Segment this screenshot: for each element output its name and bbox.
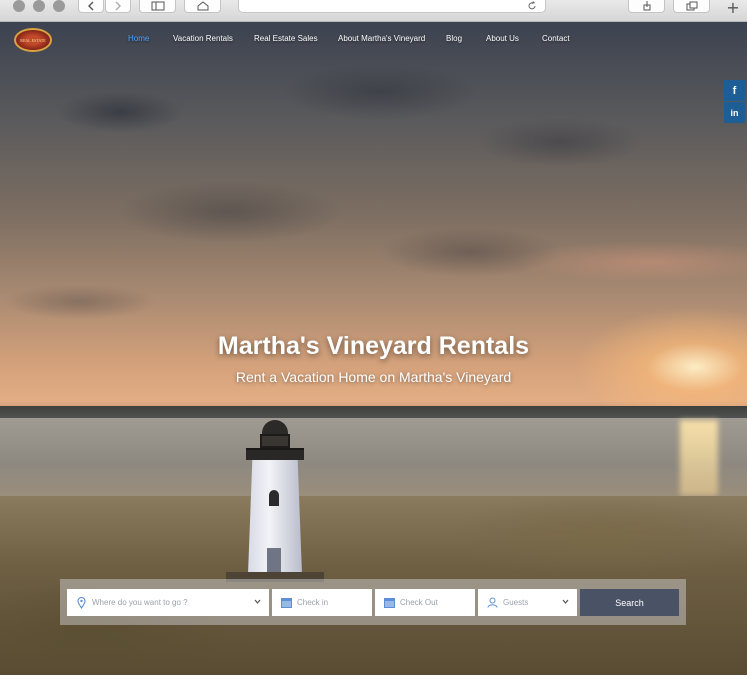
sidebar-icon xyxy=(151,1,164,11)
sky-clouds xyxy=(0,22,747,352)
guests-select[interactable]: Guests xyxy=(478,589,577,616)
guests-placeholder: Guests xyxy=(503,598,529,607)
minimize-window-icon[interactable] xyxy=(33,0,45,12)
reload-icon[interactable] xyxy=(527,1,537,11)
nav-item-blog[interactable]: Blog xyxy=(446,34,462,43)
nav-item-vacation-rentals[interactable]: Vacation Rentals xyxy=(173,34,233,43)
user-icon xyxy=(486,597,498,609)
tabs-icon xyxy=(686,1,697,11)
page-subtitle: Rent a Vacation Home on Martha's Vineyar… xyxy=(235,369,512,385)
home-icon xyxy=(197,1,208,11)
tabs-button[interactable] xyxy=(673,0,710,13)
chevron-right-icon xyxy=(115,1,121,11)
home-button[interactable] xyxy=(184,0,221,13)
check-out-field[interactable]: Check Out xyxy=(375,589,475,616)
nav-item-about-marthas-vineyard[interactable]: About Martha's Vineyard xyxy=(338,34,425,43)
check-in-placeholder: Check in xyxy=(297,598,329,607)
search-form: Where do you want to go ? Check in Check… xyxy=(60,579,686,625)
zoom-window-icon[interactable] xyxy=(53,0,65,12)
shoreline xyxy=(0,406,747,418)
forward-button[interactable] xyxy=(105,0,131,13)
facebook-icon[interactable]: f xyxy=(724,80,745,101)
nav-item-home[interactable]: Home xyxy=(128,34,149,43)
share-button[interactable] xyxy=(628,0,665,13)
chevron-down-icon xyxy=(562,597,569,606)
calendar-icon xyxy=(280,597,292,609)
nav-item-about-us[interactable]: About Us xyxy=(486,34,519,43)
back-button[interactable] xyxy=(78,0,104,13)
chevron-down-icon xyxy=(254,597,261,606)
check-out-placeholder: Check Out xyxy=(400,598,438,607)
close-window-icon[interactable] xyxy=(13,0,25,12)
calendar-icon xyxy=(383,597,395,609)
lighthouse-illustration xyxy=(226,420,324,582)
new-tab-icon[interactable]: + xyxy=(723,0,743,18)
site-logo[interactable]: REAL ESTATE xyxy=(14,28,52,52)
nav-item-contact[interactable]: Contact xyxy=(542,34,570,43)
harbor-water xyxy=(0,418,747,496)
chevron-left-icon xyxy=(88,1,94,11)
logo-text: REAL ESTATE xyxy=(20,37,46,43)
check-in-field[interactable]: Check in xyxy=(272,589,372,616)
destination-select[interactable]: Where do you want to go ? xyxy=(67,589,269,616)
map-pin-icon xyxy=(75,596,87,609)
sidebar-button[interactable] xyxy=(139,0,176,13)
search-button[interactable]: Search xyxy=(580,589,679,616)
address-bar[interactable] xyxy=(238,0,546,13)
nav-item-real-estate-sales[interactable]: Real Estate Sales xyxy=(254,34,318,43)
browser-toolbar: + xyxy=(0,0,747,22)
page-title: Martha's Vineyard Rentals xyxy=(217,332,530,360)
destination-placeholder: Where do you want to go ? xyxy=(92,598,188,607)
share-icon xyxy=(643,1,650,11)
linkedin-icon[interactable]: in xyxy=(724,102,745,123)
sun-reflection xyxy=(680,420,718,496)
